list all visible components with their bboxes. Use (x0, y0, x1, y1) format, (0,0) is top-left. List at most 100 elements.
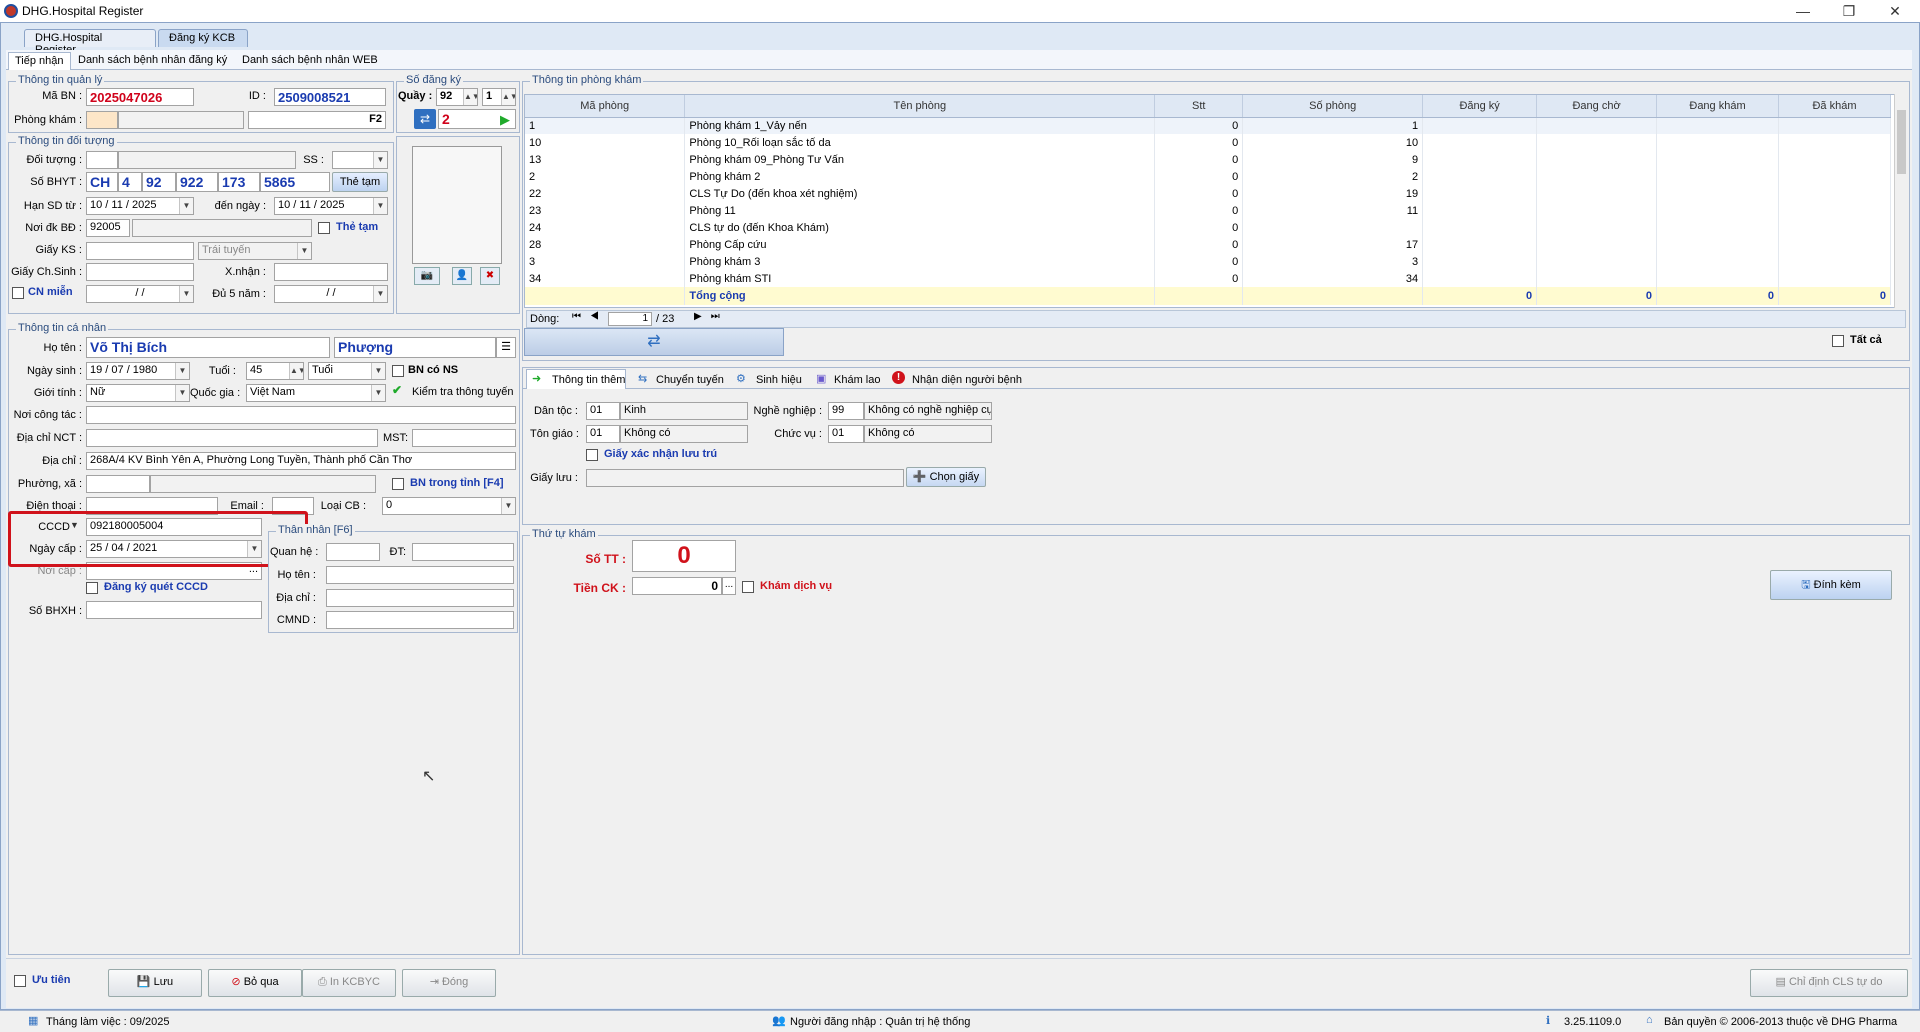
table-row[interactable]: 24 CLS tự do (đến Khoa Khám) 0 (525, 219, 1892, 236)
table-row[interactable]: 2 Phòng khám 202 (525, 168, 1892, 185)
dang-ky-quet-checkbox[interactable] (86, 582, 98, 594)
tab-sinh-hieu[interactable]: Sinh hiệu (756, 374, 802, 386)
uu-tien-checkbox[interactable] (14, 975, 26, 987)
mst-field[interactable] (412, 429, 516, 447)
play-icon[interactable]: ▶ (500, 112, 510, 128)
nghe-name[interactable]: Không có nghề nghiệp cụ (864, 402, 992, 420)
quay-field[interactable]: 92▲▼ (436, 88, 478, 106)
tuoi-field[interactable]: 45▲▼ (246, 362, 304, 380)
doi-tuong-code[interactable] (86, 151, 118, 169)
phuong-name[interactable] (150, 475, 376, 493)
tab-thong-tin-them[interactable]: Thông tin thêm (552, 374, 625, 386)
tab-chuyen-tuyen[interactable]: Chuyển tuyến (656, 374, 724, 386)
phuong-code[interactable] (86, 475, 150, 493)
loai-cb-select[interactable]: 0 ▼ (382, 497, 516, 515)
tab-hospital-register[interactable]: DHG.Hospital Register (24, 29, 156, 56)
maximize-icon[interactable]: ❐ (1826, 0, 1872, 22)
bhyt-part-4[interactable]: 922 (176, 172, 218, 192)
than-nhan-dia-chi[interactable] (326, 589, 514, 607)
col-header[interactable]: Mã phòng (525, 95, 686, 118)
refresh-room-button[interactable]: ⇄ (524, 328, 784, 356)
camera-icon[interactable]: 📷 (414, 267, 440, 285)
bhyt-part-3[interactable]: 92 (142, 172, 176, 192)
chi-dinh-cls-button[interactable]: ▤ Chỉ định CLS tự do (1750, 969, 1908, 997)
than-nhan-cmnd[interactable] (326, 611, 514, 629)
giay-luu-field[interactable] (586, 469, 904, 487)
cn-mien-checkbox[interactable] (12, 287, 24, 299)
minimize-icon[interactable]: — (1780, 0, 1826, 22)
chuc-vu-name[interactable]: Không có (864, 425, 992, 443)
table-row[interactable]: 10 Phòng 10_Rối loạn sắc tố da 0 10 (525, 134, 1892, 151)
giay-ks-field[interactable] (86, 242, 194, 260)
tuyen-select[interactable]: Trái tuyến ▼ (198, 242, 312, 260)
bhyt-part-2[interactable]: 4 (118, 172, 142, 192)
ss-select[interactable]: ▼ (332, 151, 388, 169)
col-header[interactable]: Đã khám (1778, 95, 1892, 118)
ton-giao-code[interactable]: 01 (586, 425, 620, 443)
col-header[interactable]: Stt (1154, 95, 1244, 118)
dan-toc-code[interactable]: 01 (586, 402, 620, 420)
refresh-icon[interactable]: ⇄ (414, 109, 436, 129)
nav-next-last-icon[interactable]: ▶⏭ (694, 311, 729, 322)
nav-first-prev-icon[interactable]: ⏮◀ (572, 311, 608, 322)
han-sd-den[interactable]: 10 / 11 / 2025 ▼ (274, 197, 388, 215)
so-bhxh-field[interactable] (86, 601, 262, 619)
tuoi-unit-select[interactable]: Tuổi ▼ (308, 362, 386, 380)
gioi-tinh-select[interactable]: Nữ ▼ (86, 384, 190, 402)
tab-kham-lao[interactable]: Khám lao (834, 374, 880, 386)
dia-chi-nct-field[interactable] (86, 429, 378, 447)
kham-dich-vu-checkbox[interactable] (742, 581, 754, 593)
giay-xac-nhan-checkbox[interactable] (586, 449, 598, 461)
col-header[interactable]: Tên phòng (684, 95, 1156, 118)
scrollbar-thumb[interactable] (1897, 110, 1906, 174)
table-row[interactable]: 13 Phòng khám 09_Phòng Tư Vấn 0 9 (525, 151, 1892, 168)
page-input[interactable]: 1 (608, 312, 652, 326)
tab-nhan-dien[interactable]: Nhận diện người bệnh (912, 374, 1022, 386)
user-photo-icon[interactable]: 👤 (452, 267, 472, 285)
ma-bn-field[interactable]: 2025047026 (86, 88, 194, 106)
luu-button[interactable]: 💾 Lưu (108, 969, 202, 997)
doi-tuong-name[interactable] (118, 151, 296, 169)
ton-giao-name[interactable]: Không có (620, 425, 748, 443)
id-field[interactable]: 2509008521 (274, 88, 386, 106)
name-list-icon[interactable]: ☰ (496, 337, 516, 358)
dinh-kem-button[interactable]: 🖫 Đính kèm (1770, 570, 1892, 600)
phong-kham-f2[interactable]: F2 (248, 111, 386, 129)
phong-kham-code[interactable] (86, 111, 118, 129)
the-tam-checkbox[interactable] (318, 222, 330, 234)
table-row[interactable]: 28 Phòng Cấp cứu 0 17 (525, 236, 1892, 253)
quan-he-field[interactable] (326, 543, 380, 561)
chuc-vu-code[interactable]: 01 (828, 425, 864, 443)
quoc-gia-select[interactable]: Việt Nam ▼ (246, 384, 386, 402)
tab-tiep-nhan[interactable]: Tiếp nhận (8, 52, 71, 70)
xnhan-field[interactable] (274, 263, 388, 281)
col-header[interactable]: Số phòng (1242, 95, 1424, 118)
close-icon[interactable]: ✕ (1872, 0, 1918, 22)
the-tam-button[interactable]: Thẻ tạm (332, 172, 388, 192)
dia-chi-field[interactable]: 268A/4 KV Bình Yên A, Phường Long Tuyền,… (86, 452, 516, 470)
ngay-sinh-field[interactable]: 19 / 07 / 1980 ▼ (86, 362, 190, 380)
bhyt-part-1[interactable]: CH (86, 172, 118, 192)
chon-giay-button[interactable]: ➕ Chọn giấy (906, 467, 986, 487)
dan-toc-name[interactable]: Kinh (620, 402, 748, 420)
giay-chsinh-field[interactable] (86, 263, 194, 281)
in-kcbyc-button[interactable]: ⎙ In KCBYC (302, 969, 396, 997)
bo-qua-button[interactable]: ⊘ Bỏ qua (208, 969, 302, 997)
table-row[interactable]: 34 Phòng khám STI 0 34 (525, 270, 1892, 287)
table-scrollbar[interactable] (1894, 94, 1908, 308)
table-row[interactable]: 22 CLS Tự Do (đến khoa xét nghiệm) 0 19 (525, 185, 1892, 202)
tab-danh-sach-web[interactable]: Danh sách bệnh nhân WEB (236, 52, 384, 70)
tab-danh-sach-dang-ky[interactable]: Danh sách bệnh nhân đăng ký (72, 52, 233, 70)
ho-ten-field[interactable]: Võ Thị Bích (86, 337, 330, 358)
noi-dk-name[interactable] (132, 219, 312, 237)
delete-photo-icon[interactable]: ✖ (480, 267, 500, 285)
table-row[interactable]: 1 Phòng khám 1_Vảy nến 0 1 (525, 117, 1892, 134)
noi-cong-tac-field[interactable] (86, 406, 516, 424)
col-header[interactable]: Đang khám (1656, 95, 1779, 118)
nghe-code[interactable]: 99 (828, 402, 864, 420)
bn-co-ns-checkbox[interactable] (392, 365, 404, 377)
tien-ck-field[interactable]: 0 (632, 577, 722, 595)
kiem-tra-thong-tuyen-link[interactable]: Kiểm tra thông tuyến (412, 386, 514, 398)
han-sd-tu[interactable]: 10 / 11 / 2025 ▼ (86, 197, 194, 215)
bhyt-part-5[interactable]: 173 (218, 172, 260, 192)
